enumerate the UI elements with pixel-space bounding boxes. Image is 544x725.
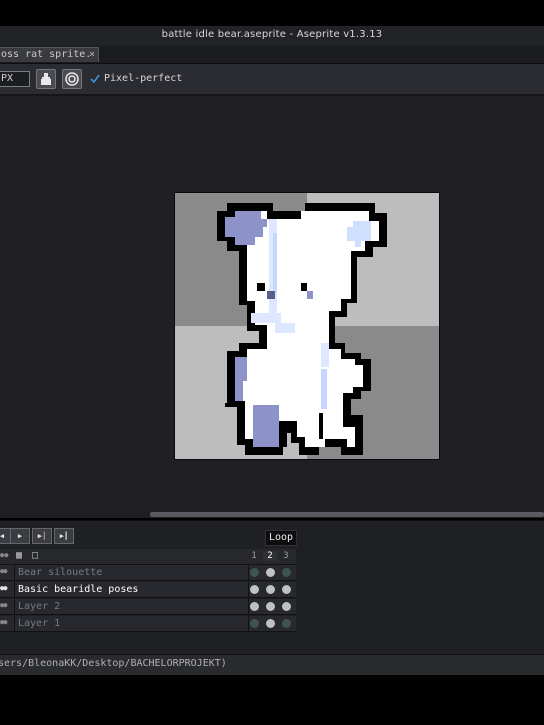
cel-dot[interactable] [266, 585, 275, 594]
layer-row-bear-silouette[interactable]: ●● Bear silouette [0, 565, 296, 581]
link-cels-icon[interactable]: ▦ [16, 550, 22, 561]
layer-row-layer-1[interactable]: ●● Layer 1 [0, 616, 296, 632]
system-top-bar [0, 0, 544, 26]
horizontal-scrollbar[interactable] [0, 510, 544, 518]
document-tab[interactable]: oss rat sprite. × [0, 47, 99, 62]
pixel-perfect-checkbox[interactable] [90, 74, 100, 84]
cel-dot[interactable] [282, 585, 291, 594]
continuous-icon[interactable]: □ [32, 550, 38, 561]
layer-name[interactable]: Layer 2 [14, 599, 249, 614]
document-tab-label: oss rat sprite. [1, 49, 92, 60]
document-tab-bar: oss rat sprite. × [0, 46, 544, 64]
ink-button[interactable] [36, 69, 56, 89]
cel-dot[interactable] [266, 619, 275, 628]
bottom-bezel [0, 675, 544, 725]
cel-dot[interactable] [250, 568, 259, 577]
status-bar: sers/BleonaKK/Desktop/BACHELORPROJEKT) [0, 654, 544, 675]
ink-bottle-icon [41, 73, 51, 85]
scrollbar-thumb[interactable] [150, 512, 544, 517]
cel-dot[interactable] [282, 619, 291, 628]
brush-pattern-button[interactable] [62, 69, 82, 89]
layer-name[interactable]: Layer 1 [14, 616, 249, 631]
target-icon [65, 72, 79, 86]
timeline-panel: ◀ ▶ ▶│ ▶┃ Loop ●● ▦ □ 1 2 3 ●● Bear silo… [0, 520, 544, 655]
cel-dot[interactable] [250, 619, 259, 628]
bear-sprite [175, 193, 439, 459]
window-title: battle idle bear.aseprite - Aseprite v1.… [161, 29, 383, 40]
layer-name[interactable]: Basic bearidle poses [14, 582, 249, 597]
close-tab-icon[interactable]: × [89, 48, 95, 62]
cel-dot[interactable] [266, 568, 275, 577]
layer-row-layer-2[interactable]: ●● Layer 2 [0, 599, 296, 615]
cel-dot[interactable] [282, 602, 291, 611]
cel-dot[interactable] [250, 585, 259, 594]
layer-row-basic-bearidle-poses[interactable]: ●● Basic bearidle poses [0, 582, 296, 598]
pixel-perfect-label: Pixel-perfect [104, 73, 183, 84]
layer-visibility-icon[interactable]: ●● [0, 584, 8, 592]
frame-header-3[interactable]: 3 [279, 551, 293, 561]
timeline-header-row: ●● ▦ □ 1 2 3 [0, 549, 296, 565]
window-title-bar: battle idle bear.aseprite - Aseprite v1.… [0, 26, 544, 47]
layer-visibility-icon[interactable]: ●● [0, 567, 8, 575]
cel-dot[interactable] [266, 602, 275, 611]
sprite-canvas[interactable] [174, 192, 440, 460]
layer-name[interactable]: Bear silouette [14, 565, 249, 580]
next-frame-button[interactable]: ▶│ [32, 528, 52, 544]
layer-visibility-icon[interactable]: ●● [0, 618, 8, 626]
loop-tooltip: Loop [265, 530, 298, 546]
last-frame-button[interactable]: ▶┃ [54, 528, 74, 544]
cel-dot[interactable] [282, 568, 291, 577]
frame-header-2[interactable]: 2 [263, 551, 277, 561]
frame-header-1[interactable]: 1 [247, 551, 261, 561]
context-toolbar: PX Pixel-perfect [0, 64, 544, 96]
play-button[interactable]: ▶ [10, 528, 30, 544]
cel-dot[interactable] [250, 602, 259, 611]
brush-size-field[interactable]: PX [0, 71, 30, 87]
file-path: sers/BleonaKK/Desktop/BACHELORPROJEKT) [0, 658, 227, 669]
visibility-icons: ●● [0, 551, 9, 559]
layer-visibility-icon[interactable]: ●● [0, 601, 8, 609]
